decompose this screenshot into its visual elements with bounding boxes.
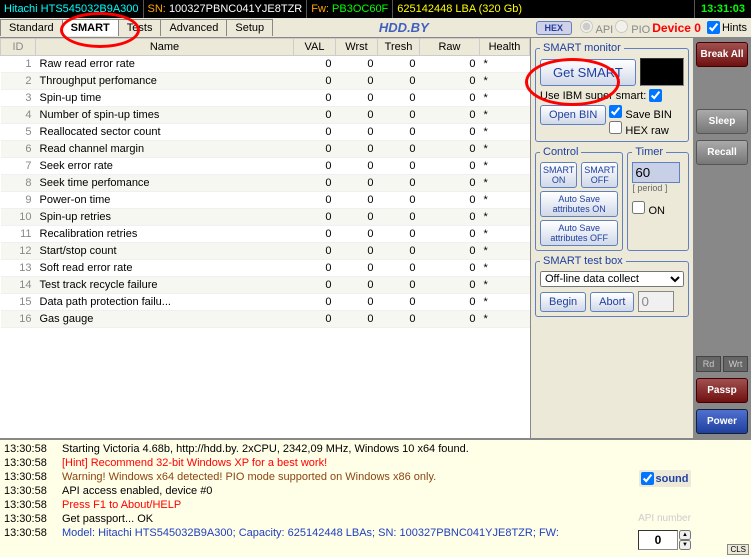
col-header[interactable]: Name — [36, 39, 294, 56]
col-header[interactable]: VAL — [294, 39, 336, 56]
begin-button[interactable]: Begin — [540, 292, 586, 312]
rd-indicator: Rd — [696, 356, 721, 372]
api-radio[interactable]: API — [580, 20, 613, 36]
col-header[interactable]: Tresh — [378, 39, 420, 56]
log-line: 13:30:58Get passport... OK — [4, 512, 747, 526]
smart-test-box: SMART test box Off-line data collect Beg… — [535, 255, 689, 317]
smart-on-button[interactable]: SMART ON — [540, 162, 577, 188]
timer-on-checkbox[interactable]: ON — [632, 201, 684, 217]
tab-bar: Standard SMART Tests Advanced Setup HDD.… — [0, 18, 751, 38]
device-label: Device 0 — [652, 21, 701, 35]
passp-button[interactable]: Passp — [696, 378, 748, 403]
break-all-button[interactable]: Break All — [696, 42, 748, 67]
table-row[interactable]: 7Seek error rate0000* — [1, 158, 530, 175]
log-line: 13:30:58[Hint] Recommend 32-bit Windows … — [4, 456, 747, 470]
table-row[interactable]: 4Number of spin-up times0000* — [1, 107, 530, 124]
smart-attributes-table: IDNameVALWrstTreshRawHealth 1Raw read er… — [0, 38, 530, 438]
autosave-on-button[interactable]: Auto Save attributes ON — [540, 191, 618, 217]
timer-input[interactable] — [632, 162, 680, 183]
table-row[interactable]: 14Test track recycle failure0000* — [1, 277, 530, 294]
col-header[interactable]: ID — [1, 39, 36, 56]
cls-button[interactable]: CLS — [727, 544, 749, 555]
control-box: Control SMART ON SMART OFF Auto Save att… — [535, 146, 623, 251]
log-line: 13:30:58Model: Hitachi HTS545032B9A300; … — [4, 526, 747, 540]
table-row[interactable]: 15Data path protection failu...0000* — [1, 294, 530, 311]
log-panel[interactable]: 13:30:58Starting Victoria 4.68b, http://… — [0, 438, 751, 557]
hex-raw-checkbox[interactable]: HEX raw — [609, 121, 672, 137]
drive-model: Hitachi HTS545032B9A300 — [0, 0, 144, 18]
ibm-label: Use IBM super smart: — [540, 90, 646, 102]
serial-number: SN: 100327PBNC041YJE8TZR — [144, 0, 308, 18]
save-bin-checkbox[interactable]: Save BIN — [609, 105, 672, 121]
table-row[interactable]: 12Start/stop count0000* — [1, 243, 530, 260]
smart-off-button[interactable]: SMART OFF — [581, 162, 618, 188]
autosave-off-button[interactable]: Auto Save attributes OFF — [540, 220, 618, 246]
log-line: 13:30:58Warning! Windows x64 detected! P… — [4, 470, 747, 484]
table-row[interactable]: 16Gas gauge0000* — [1, 311, 530, 328]
table-row[interactable]: 5Reallocated sector count0000* — [1, 124, 530, 141]
hex-button[interactable]: HEX — [536, 21, 573, 35]
table-row[interactable]: 2Throughput perfomance0000* — [1, 73, 530, 90]
table-row[interactable]: 9Power-on time0000* — [1, 192, 530, 209]
ibm-checkbox[interactable] — [649, 89, 662, 102]
col-header[interactable]: Wrst — [336, 39, 378, 56]
table-row[interactable]: 1Raw read error rate0000* — [1, 56, 530, 73]
table-row[interactable]: 8Seek time perfomance0000* — [1, 175, 530, 192]
sleep-button[interactable]: Sleep — [696, 109, 748, 134]
table-row[interactable]: 6Read channel margin0000* — [1, 141, 530, 158]
hints-checkbox[interactable]: Hints — [707, 21, 747, 34]
tab-setup[interactable]: Setup — [226, 19, 273, 36]
side-toolbar: Break All Sleep Recall Rd Wrt Passp Powe… — [693, 38, 751, 438]
table-row[interactable]: 10Spin-up retries0000* — [1, 209, 530, 226]
hddby-logo: HDD.BY — [272, 20, 535, 35]
pio-radio[interactable]: PIO — [615, 20, 650, 36]
timer-box: Timer [ period ] ON — [627, 146, 689, 251]
smart-indicator — [640, 58, 684, 86]
api-number: 0 — [638, 530, 678, 550]
col-header[interactable]: Health — [480, 39, 530, 56]
api-up-button[interactable]: ▲ — [679, 530, 691, 540]
tab-advanced[interactable]: Advanced — [160, 19, 227, 36]
open-bin-button[interactable]: Open BIN — [540, 105, 606, 125]
api-down-button[interactable]: ▼ — [679, 540, 691, 550]
test-value — [638, 291, 674, 312]
tab-smart[interactable]: SMART — [62, 19, 119, 36]
tab-tests[interactable]: Tests — [118, 19, 162, 36]
recall-button[interactable]: Recall — [696, 140, 748, 165]
abort-button[interactable]: Abort — [590, 292, 634, 312]
col-header[interactable]: Raw — [420, 39, 480, 56]
sound-checkbox[interactable]: sound — [639, 470, 691, 487]
log-line: 13:30:58Press F1 to About/HELP — [4, 498, 747, 512]
table-row[interactable]: 3Spin-up time0000* — [1, 90, 530, 107]
power-button[interactable]: Power — [696, 409, 748, 434]
smart-monitor-box: SMART monitor Get SMART Use IBM super sm… — [535, 42, 689, 142]
wrt-indicator: Wrt — [723, 356, 748, 372]
api-number-label: API number — [638, 513, 691, 524]
top-status-bar: Hitachi HTS545032B9A300 SN: 100327PBNC04… — [0, 0, 751, 18]
firmware: Fw: PB3OC60F — [307, 0, 393, 18]
test-select[interactable]: Off-line data collect — [540, 271, 684, 287]
clock: 13:31:03 — [695, 3, 751, 15]
log-line: 13:30:58Starting Victoria 4.68b, http://… — [4, 442, 747, 456]
tab-standard[interactable]: Standard — [0, 19, 63, 36]
timer-period-label: [ period ] — [632, 183, 684, 193]
get-smart-button[interactable]: Get SMART — [540, 59, 636, 86]
table-row[interactable]: 11Recalibration retries0000* — [1, 226, 530, 243]
log-line: 13:30:58API access enabled, device #0 — [4, 484, 747, 498]
table-row[interactable]: 13Soft read error rate0000* — [1, 260, 530, 277]
lba-capacity: 625142448 LBA (320 Gb) — [393, 0, 695, 18]
